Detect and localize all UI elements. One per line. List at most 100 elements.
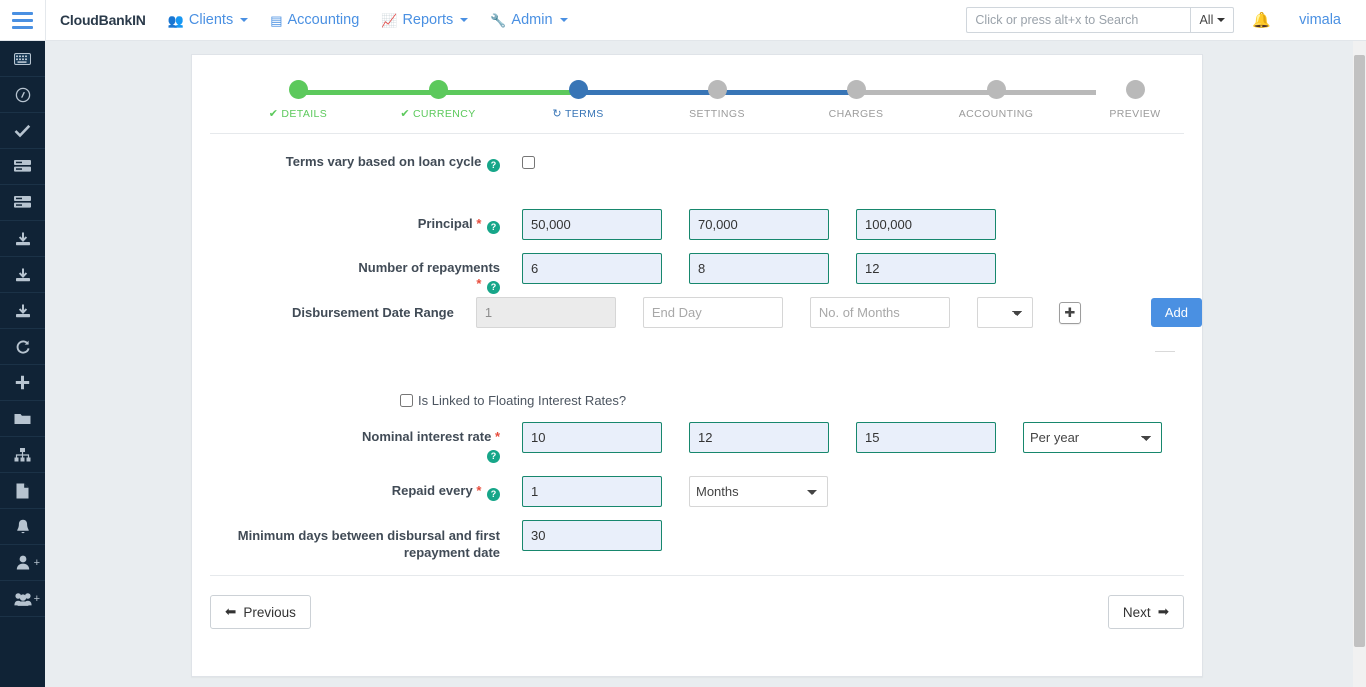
required-marker: * — [476, 483, 481, 498]
number-of-repayments-max-input[interactable] — [856, 253, 996, 284]
rail-item-refresh[interactable] — [0, 329, 45, 365]
nominal-interest-rate-max-input[interactable] — [856, 422, 996, 453]
check-icon: ✔ — [400, 109, 410, 120]
chevron-down-icon — [460, 18, 468, 22]
next-button[interactable]: Next ➡ — [1108, 595, 1184, 629]
disbursement-start-day-input[interactable] — [476, 297, 616, 328]
vertical-scrollbar-track[interactable] — [1353, 41, 1366, 687]
folder-icon — [14, 412, 31, 425]
search-scope-dropdown[interactable]: All — [1190, 7, 1234, 33]
rail-item-plus[interactable] — [0, 365, 45, 401]
required-marker: * — [476, 216, 481, 231]
wizard-step-preview[interactable]: PREVIEW — [1055, 75, 1215, 120]
wizard-footer: ⬅ Previous Next ➡ — [210, 595, 1184, 629]
principal-label: Principal — [418, 216, 473, 231]
rail-item-bell[interactable] — [0, 509, 45, 545]
wizard-step-settings[interactable]: SETTINGS — [637, 75, 797, 120]
check-icon: ✔ — [269, 109, 279, 120]
server-icon — [14, 160, 31, 173]
nominal-interest-rate-default-input[interactable] — [689, 422, 829, 453]
minimum-days-input[interactable] — [522, 520, 662, 551]
minimum-days-label: Minimum days between disbursal and first… — [238, 528, 500, 560]
users-icon: 👥 — [168, 14, 184, 27]
number-of-repayments-label: Number of repayments — [358, 260, 500, 275]
brand-logo[interactable]: CloudBankIN — [60, 12, 146, 28]
nav-item-reports[interactable]: 📈 Reports — [381, 12, 468, 28]
help-icon[interactable]: ? — [487, 488, 500, 501]
repaid-every-label: Repaid every — [392, 483, 473, 498]
rail-item-server-alt[interactable] — [0, 185, 45, 221]
disbursement-period-select[interactable] — [977, 297, 1033, 328]
help-icon[interactable]: ? — [487, 281, 500, 294]
remove-disbursement-row-icon[interactable] — [1155, 351, 1175, 352]
previous-button[interactable]: ⬅ Previous — [210, 595, 311, 629]
add-button[interactable]: Add — [1151, 298, 1202, 327]
wizard-step-currency[interactable]: ✔ CURRENCY — [358, 75, 518, 120]
help-icon[interactable]: ? — [487, 221, 500, 234]
wizard-step-currency-label: CURRENCY — [413, 108, 476, 120]
rail-item-compass[interactable] — [0, 77, 45, 113]
nav-item-accounting[interactable]: ▤ Accounting — [270, 12, 359, 28]
repaid-every-input[interactable] — [522, 476, 662, 507]
floating-rates-checkbox[interactable] — [400, 394, 413, 407]
rail-item-users-add[interactable]: + — [0, 581, 45, 617]
wizard-step-accounting[interactable]: ACCOUNTING — [916, 75, 1076, 120]
hamburger-menu-icon[interactable] — [0, 0, 46, 41]
nominal-interest-rate-min-input[interactable] — [522, 422, 662, 453]
search-input[interactable] — [966, 7, 1190, 33]
nav-item-clients[interactable]: 👥 Clients — [168, 12, 249, 28]
help-icon[interactable]: ? — [487, 159, 500, 172]
principal-max-input[interactable] — [856, 209, 996, 240]
number-of-repayments-min-input[interactable] — [522, 253, 662, 284]
required-marker: * — [476, 276, 481, 291]
sitemap-icon — [14, 448, 31, 462]
wizard-step-charges[interactable]: CHARGES — [776, 75, 936, 120]
repaid-every-unit-select[interactable]: Months — [689, 476, 828, 507]
terms-vary-checkbox[interactable] — [522, 156, 535, 169]
rail-item-download-alt[interactable] — [0, 257, 45, 293]
user-menu[interactable]: vimala — [1299, 12, 1344, 28]
users-add-badge: + — [34, 593, 40, 605]
wizard-stepper: ✔ DETAILS ✔ CURRENCY ↻ TERMS — [210, 75, 1184, 133]
disbursement-date-range-label-wrap: Disbursement Date Range — [192, 297, 476, 321]
rail-item-folder[interactable] — [0, 401, 45, 437]
nominal-interest-rate-period-select[interactable]: Per year — [1023, 422, 1162, 453]
rail-item-download[interactable] — [0, 221, 45, 257]
help-icon[interactable]: ? — [487, 450, 500, 463]
nav-item-admin[interactable]: 🔧 Admin — [490, 12, 567, 28]
download-icon — [15, 232, 31, 246]
rail-item-sitemap[interactable] — [0, 437, 45, 473]
rail-item-keyboard[interactable] — [0, 41, 45, 77]
repaid-every-label-wrap: Repaid every * ? — [192, 476, 522, 501]
step-dot — [708, 80, 727, 99]
wizard-step-terms[interactable]: ↻ TERMS — [498, 75, 658, 120]
rail-item-file[interactable] — [0, 473, 45, 509]
wizard-step-preview-label: PREVIEW — [1109, 108, 1160, 120]
check-icon — [14, 124, 31, 138]
vertical-scrollbar-thumb[interactable] — [1354, 55, 1365, 647]
disbursement-end-day-input[interactable] — [643, 297, 783, 328]
user-add-badge: + — [34, 557, 40, 569]
step-dot — [569, 80, 588, 99]
form-row-minimum-days: Minimum days between disbursal and first… — [192, 520, 1202, 580]
loan-product-wizard-card: ✔ DETAILS ✔ CURRENCY ↻ TERMS — [191, 54, 1203, 677]
refresh-icon — [15, 339, 31, 355]
principal-min-input[interactable] — [522, 209, 662, 240]
rail-item-check[interactable] — [0, 113, 45, 149]
disbursement-months-input[interactable] — [810, 297, 950, 328]
floating-rates-label: Is Linked to Floating Interest Rates? — [418, 393, 626, 408]
rail-item-download-box[interactable] — [0, 293, 45, 329]
number-of-repayments-default-input[interactable] — [689, 253, 829, 284]
chevron-down-icon — [1217, 18, 1225, 22]
user-menu-label: vimala — [1299, 12, 1341, 28]
previous-button-label: Previous — [243, 605, 296, 620]
wizard-step-charges-label: CHARGES — [829, 108, 884, 120]
arrow-left-icon: ⬅ — [225, 604, 236, 620]
rail-item-server[interactable] — [0, 149, 45, 185]
principal-default-input[interactable] — [689, 209, 829, 240]
add-disbursement-row-button[interactable]: ✚ — [1059, 302, 1081, 324]
rail-item-user-add[interactable]: + — [0, 545, 45, 581]
notifications-bell-icon[interactable]: 🔔 — [1252, 11, 1271, 29]
refresh-icon: ↻ — [552, 109, 562, 120]
wizard-step-details[interactable]: ✔ DETAILS — [218, 75, 378, 120]
